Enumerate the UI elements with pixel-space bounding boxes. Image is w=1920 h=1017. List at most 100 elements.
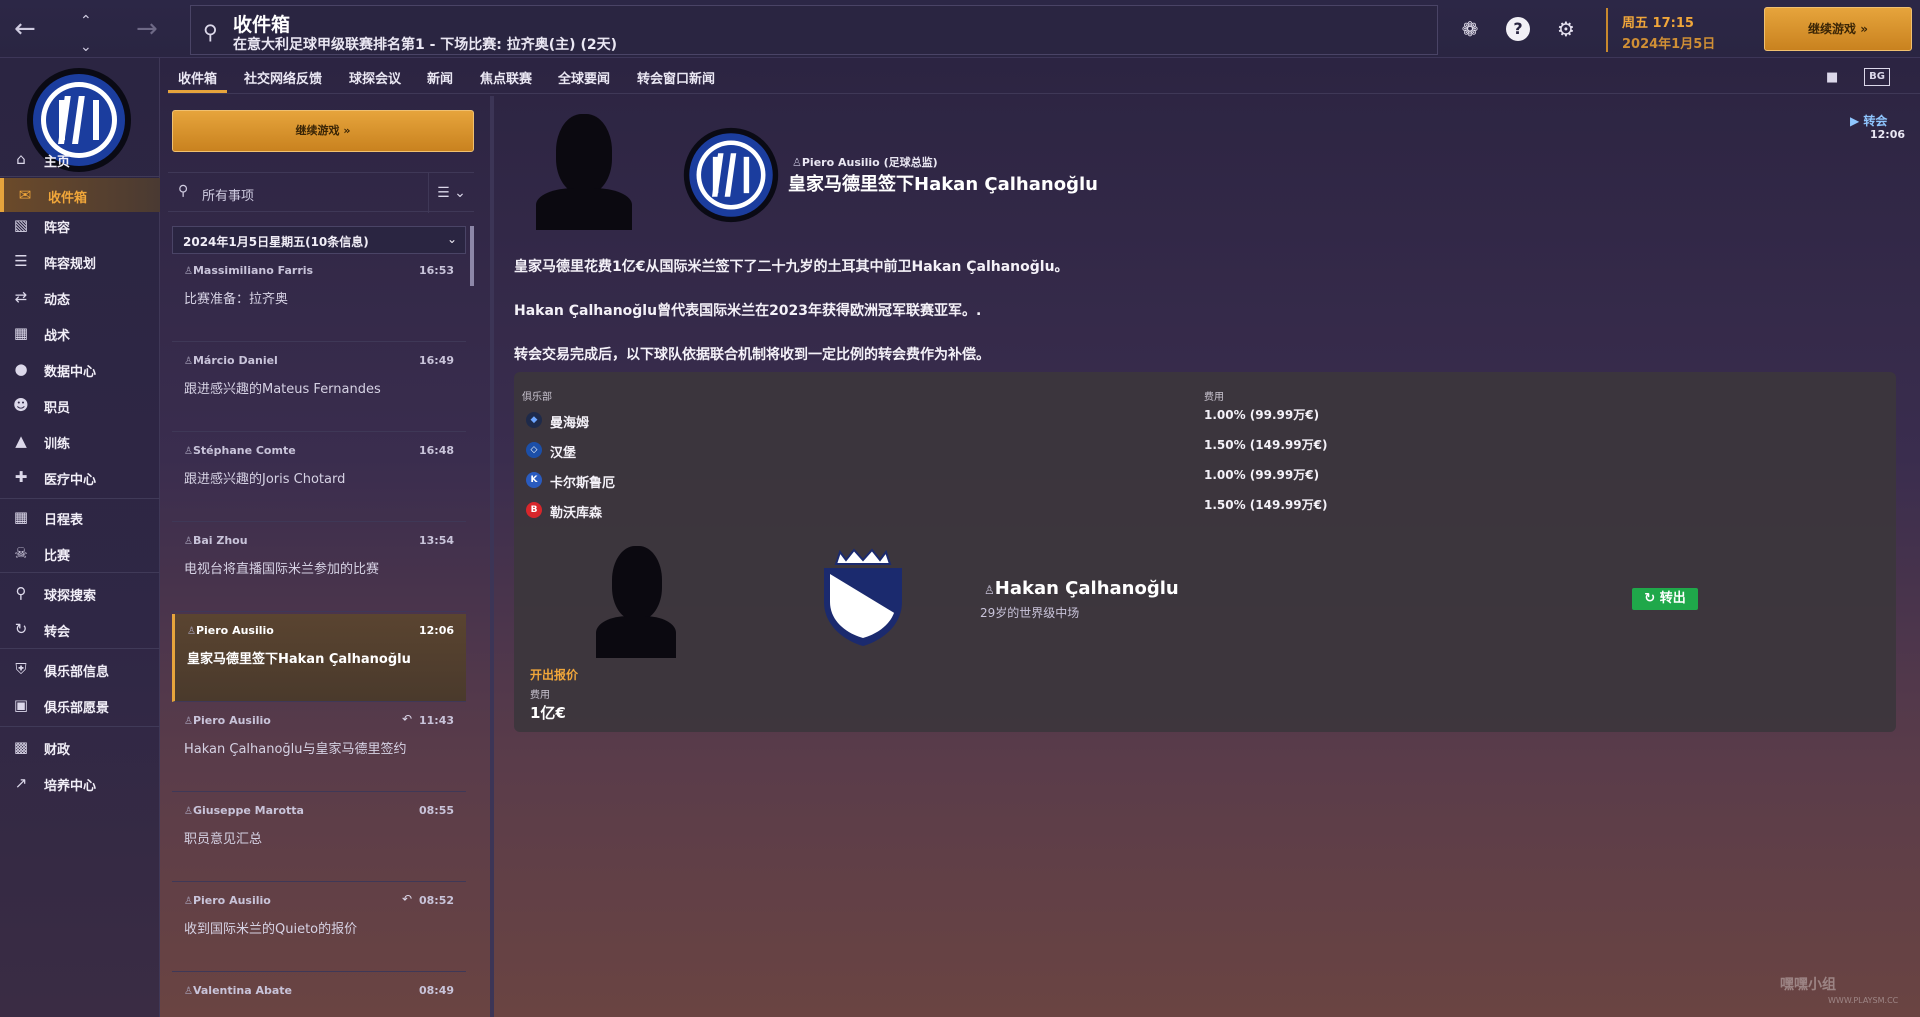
tab-world-news[interactable]: 全球要闻 <box>558 68 610 87</box>
watermark-url: WWW.PLAYSM.CC <box>1828 996 1899 1005</box>
sidebar-item-label: 战术 <box>44 329 71 344</box>
club-crest-icon: ◇ <box>526 442 542 458</box>
club-name[interactable]: 勒沃库森 <box>550 502 602 521</box>
continue-button-secondary[interactable]: 继续游戏 » <box>172 110 474 152</box>
list-item-selected[interactable]: Piero Ausilio 12:06 皇家马德里签下Hakan Çalhano… <box>172 614 466 702</box>
sidebar-item-inbox[interactable]: ✉ 收件箱 <box>0 178 160 212</box>
sort-menu-icon[interactable]: ☰ ⌄ <box>428 173 474 213</box>
sidebar-item-label: 数据中心 <box>44 365 97 380</box>
sidebar-item-competitions[interactable]: ☠ 比赛 <box>0 536 160 570</box>
message-subject: 跟进感兴趣的Mateus Fernandes <box>184 382 381 397</box>
tab-focus-leagues[interactable]: 焦点联赛 <box>480 68 532 87</box>
status-subtitle: 在意大利足球甲级联赛排名第1 - 下场比赛: 拉齐奥(主) (2天) <box>233 37 617 53</box>
scrollbar[interactable] <box>470 226 474 286</box>
chevron-up-icon[interactable]: ⌃ <box>80 8 92 34</box>
sidebar-item-training[interactable]: ▲ 训练 <box>0 424 160 458</box>
sidebar-item-development[interactable]: ↗ 培养中心 <box>0 766 160 800</box>
message-sender: Márcio Daniel <box>184 354 278 367</box>
tactics-icon: ▦ <box>13 324 29 342</box>
sidebar-item-squad[interactable]: ▧ 阵容 <box>0 208 160 242</box>
tab-transfer-window-news[interactable]: 转会窗口新闻 <box>637 68 715 87</box>
sidebar-item-dynamics[interactable]: ⇄ 动态 <box>0 280 160 314</box>
sidebar-item-tactics[interactable]: ▦ 战术 <box>0 316 160 350</box>
lock-icon[interactable]: ■ <box>1826 70 1838 85</box>
sidebar-item-label: 培养中心 <box>44 779 97 794</box>
message-headline: 皇家马德里签下Hakan Çalhanoğlu <box>788 174 1098 195</box>
sidebar-item-data-hub[interactable]: ● 数据中心 <box>0 352 160 386</box>
message-subject: 职员意见汇总 <box>184 832 263 847</box>
inbox-tabs: 收件箱 社交网络反馈 球探会议 新闻 焦点联赛 全球要闻 转会窗口新闻 <box>167 60 1920 94</box>
tab-news[interactable]: 新闻 <box>427 68 453 87</box>
club-name[interactable]: 卡尔斯鲁厄 <box>550 472 615 491</box>
list-item[interactable]: Valentina Abate 08:49 <box>172 974 466 1017</box>
list-item[interactable]: Giuseppe Marotta 08:55 职员意见汇总 <box>172 794 466 882</box>
message-time: 16:53 <box>418 264 454 277</box>
list-item[interactable]: Márcio Daniel 16:49 跟进感兴趣的Mateus Fernand… <box>172 344 466 432</box>
list-item[interactable]: Stéphane Comte 16:48 跟进感兴趣的Joris Chotard <box>172 434 466 522</box>
sidebar-item-squad-planner[interactable]: ☰ 阵容规划 <box>0 244 160 278</box>
club-name[interactable]: 汉堡 <box>550 442 576 461</box>
club-info-icon: ⛨ <box>15 660 27 678</box>
table-row[interactable]: ◆ 曼海姆 1.00% (99.99万€) <box>514 406 1896 436</box>
club-crest-icon: B <box>526 502 542 518</box>
reply-icon: ↶ <box>401 712 412 726</box>
home-icon: ⌂ <box>16 150 26 168</box>
message-sender[interactable]: Piero Ausilio (足球总监) <box>792 154 938 170</box>
chevron-down-icon: ⌄ <box>446 232 457 246</box>
sidebar-item-medical[interactable]: ✚ 医疗中心 <box>0 460 160 494</box>
table-row[interactable]: K 卡尔斯鲁厄 1.00% (99.99万€) <box>514 466 1896 496</box>
help-icon[interactable]: ? <box>1506 17 1530 41</box>
sidebar-item-club-vision[interactable]: ▣ 俱乐部愿景 <box>0 688 160 722</box>
list-item[interactable]: Piero Ausilio ↶ 08:52 收到国际米兰的Quieto的报价 <box>172 884 466 972</box>
sidebar-item-home[interactable]: ⌂ 主页 <box>0 142 160 176</box>
sidebar-item-label: 阵容规划 <box>44 257 97 272</box>
player-name[interactable]: Hakan Çalhanoğlu <box>984 578 1179 599</box>
player-description: 29岁的世界级中场 <box>980 606 1080 620</box>
reply-icon: ↶ <box>401 892 412 906</box>
sidebar-item-club-info[interactable]: ⛨ 俱乐部信息 <box>0 652 160 686</box>
scouting-icon: ⚲ <box>15 584 27 602</box>
panel-divider[interactable] <box>490 96 494 1017</box>
club-name[interactable]: 曼海姆 <box>550 412 589 431</box>
tab-inbox[interactable]: 收件箱 <box>167 68 228 93</box>
sidebar-item-finances[interactable]: ▩ 财政 <box>0 730 160 764</box>
date-group-header[interactable]: 2024年1月5日星期五(10条信息) ⌄ <box>172 226 466 254</box>
list-item[interactable]: Bai Zhou 13:54 电视台将直播国际米兰参加的比赛 <box>172 524 466 612</box>
gear-icon[interactable]: ⚙ <box>1554 17 1578 41</box>
sidebar-item-schedule[interactable]: ▦ 日程表 <box>0 500 160 534</box>
search-bar[interactable]: ⚲ 收件箱 在意大利足球甲级联赛排名第1 - 下场比赛: 拉齐奥(主) (2天) <box>190 5 1438 55</box>
fee-value: 1.00% (99.99万€) <box>1204 468 1320 482</box>
continue-label: 继续游戏 <box>1808 22 1857 36</box>
chevron-down-icon[interactable]: ⌄ <box>80 34 92 60</box>
back-arrow-icon[interactable]: ← <box>14 16 36 42</box>
make-offer-link[interactable]: 开出报价 <box>530 666 578 683</box>
squad-planner-icon: ☰ <box>14 252 28 270</box>
continue-button[interactable]: 继续游戏 » <box>1764 7 1912 51</box>
brain-icon[interactable]: ❁ <box>1458 17 1482 41</box>
date-time[interactable]: 周五 17:15 2024年1月5日 <box>1606 8 1740 52</box>
table-row[interactable]: ◇ 汉堡 1.50% (149.99万€) <box>514 436 1896 466</box>
tag-icon: ▶ <box>1850 114 1864 128</box>
real-madrid-crest[interactable] <box>818 546 908 648</box>
message-sender: Piero Ausilio <box>184 894 271 907</box>
tab-social-feedback[interactable]: 社交网络反馈 <box>244 68 322 87</box>
player-photo-placeholder[interactable] <box>596 546 676 658</box>
message-subject: 皇家马德里签下Hakan Çalhanoğlu <box>187 652 411 667</box>
sidebar-item-transfers[interactable]: ↻ 转会 <box>0 612 160 646</box>
message-sender: Massimiliano Farris <box>184 264 313 277</box>
day-time: 周五 17:15 <box>1622 16 1694 31</box>
sidebar-item-staff[interactable]: ☻ 职员 <box>0 388 160 422</box>
message-time: 12:06 <box>1870 128 1906 141</box>
table-row[interactable]: B 勒沃库森 1.50% (149.99万€) <box>514 496 1896 526</box>
page-title: 收件箱 <box>233 14 291 36</box>
message-tag[interactable]: ▶ 转会 <box>1850 112 1887 129</box>
background-toggle-icon[interactable]: BG <box>1864 68 1890 86</box>
list-item[interactable]: Massimiliano Farris 16:53 比赛准备：拉齐奥 <box>172 254 466 342</box>
list-item[interactable]: Piero Ausilio ↶ 11:43 Hakan Çalhanoğlu与皇… <box>172 704 466 792</box>
inter-club-logo[interactable] <box>682 126 780 224</box>
sidebar-item-scouting[interactable]: ⚲ 球探搜索 <box>0 576 160 610</box>
tab-scouting-meeting[interactable]: 球探会议 <box>349 68 401 87</box>
sidebar-item-label: 俱乐部愿景 <box>44 701 110 716</box>
message-filter[interactable]: ⚲ 所有事项 ☰ ⌄ <box>168 172 474 213</box>
forward-arrow-icon[interactable]: → <box>136 16 158 42</box>
